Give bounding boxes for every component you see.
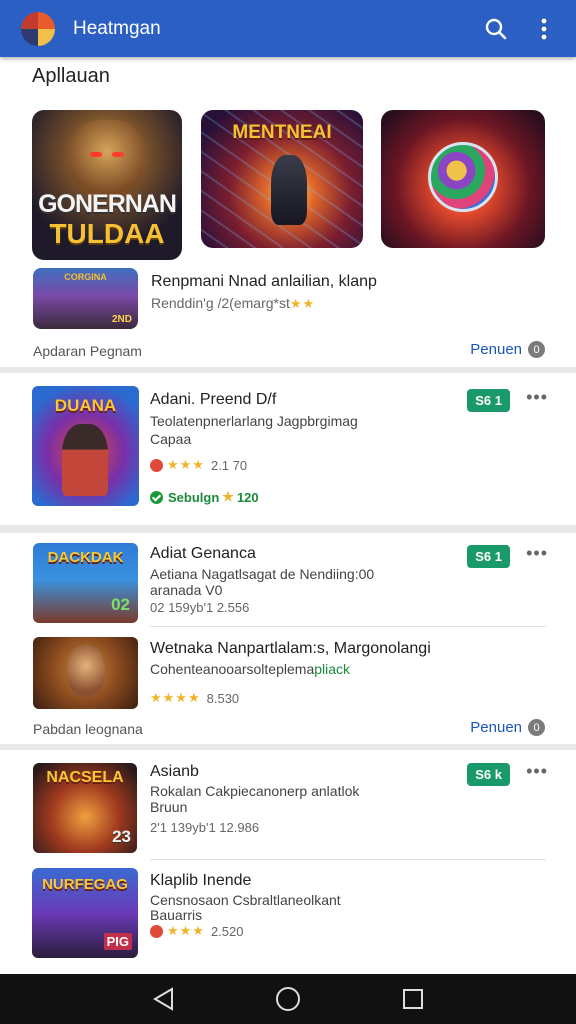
featured-app-title[interactable]: Renpmani Nnad anlailian, klanp xyxy=(151,273,377,291)
price-badge[interactable]: S6 1 xyxy=(467,545,510,568)
app-description-line2: Capaa xyxy=(150,431,192,447)
app-rating: ★★★ 2.520 xyxy=(150,923,244,939)
glowing-eye-right xyxy=(112,152,124,157)
star-icon: ★★★ xyxy=(167,457,205,472)
app-description: Cohenteanooarsolteplemapliack xyxy=(150,660,350,678)
thumbnail-badge: 2ND xyxy=(111,314,132,325)
tile-title: MENTNEAI xyxy=(232,122,332,143)
rating-value: 2.1 70 xyxy=(210,457,248,473)
see-more-label: Penuen xyxy=(470,341,522,358)
see-more-label: Penuen xyxy=(470,719,522,736)
hero-face-art xyxy=(70,120,144,198)
app-list-card-1: DUANA Adani. Preend D/f Teolatenpnerlarl… xyxy=(0,373,576,525)
rating-value: 8.530 xyxy=(206,690,240,706)
star-icon: ★ xyxy=(222,489,234,504)
app-description-highlight: pliack xyxy=(314,661,351,677)
overflow-menu-icon[interactable]: ••• xyxy=(526,761,548,782)
app-meta: 2'1 139yb'1 12.986 xyxy=(150,820,260,835)
app-icon[interactable]: DACKDAK 02 xyxy=(33,543,138,623)
puzzle-orb-art xyxy=(428,142,498,212)
featured-subtitle-text: Renddin'g /2(emarg*st xyxy=(151,295,290,311)
app-icon[interactable]: NURFEGAG PIG xyxy=(32,868,138,958)
app-icon-badge: 23 xyxy=(112,827,131,846)
featured-tile-3[interactable] xyxy=(381,110,545,248)
see-more-link[interactable]: Penuen 0 xyxy=(470,341,545,358)
section-title: Apllauan xyxy=(32,65,110,87)
app-rating: ★★★★ 8.530 xyxy=(150,690,239,706)
rating-value: 2.520 xyxy=(210,923,244,939)
app-title[interactable]: Wetnaka Nanpartlalam:s, Margonolangi xyxy=(150,640,431,658)
app-list-card-3: NACSELA 23 Asianb Rokalan Cakpiecanonerp… xyxy=(0,750,576,974)
featured-thumbnail[interactable]: CORGINA 2ND xyxy=(33,268,138,329)
app-rating: ★★★ 2.1 70 xyxy=(150,457,247,473)
count-badge: 0 xyxy=(528,719,545,736)
star-icon: ★★ xyxy=(289,296,316,311)
app-meta: 02 159yb'1 2.556 xyxy=(150,600,250,615)
divider xyxy=(150,859,546,860)
app-logo[interactable] xyxy=(21,11,55,46)
app-bar: Heatmgan xyxy=(0,0,576,57)
app-title[interactable]: Klaplib Inende xyxy=(150,872,251,890)
overflow-menu-icon[interactable]: ••• xyxy=(526,543,548,564)
price-badge[interactable]: S6 k xyxy=(467,763,510,786)
app-description-text: Cohenteanooarsolteplema xyxy=(150,661,315,677)
glowing-eye-left xyxy=(90,152,102,157)
more-vert-icon[interactable] xyxy=(532,17,556,41)
app-icon-badge: 02 xyxy=(111,595,130,614)
featured-card: Apllauan GONERNAN TULDAA MENTNEAI CORGIN… xyxy=(0,57,576,367)
check-circle-icon xyxy=(150,490,163,504)
see-more-link[interactable]: Penuen 0 xyxy=(470,719,545,736)
tile-title-line1: GONERNAN xyxy=(38,190,177,218)
tile-title-line2: TULDAA xyxy=(49,218,165,249)
overflow-menu-icon[interactable]: ••• xyxy=(526,387,548,408)
app-title[interactable]: Adani. Preend D/f xyxy=(150,391,276,409)
hero-face-art xyxy=(67,645,105,697)
featured-tile-1[interactable]: GONERNAN TULDAA xyxy=(32,110,182,260)
warrior-figure-art xyxy=(271,155,307,225)
install-label: Sebulgn xyxy=(168,489,220,505)
section-footer-label: Apdaran Pegnam xyxy=(33,343,142,359)
back-icon[interactable] xyxy=(148,984,178,1014)
app-title[interactable]: Asianb xyxy=(150,763,199,781)
price-badge[interactable]: S6 1 xyxy=(467,389,510,412)
recents-icon[interactable] xyxy=(398,984,428,1014)
app-description-line2: Bruun xyxy=(150,799,188,815)
rating-icon xyxy=(150,924,163,938)
divider xyxy=(150,626,546,627)
install-status: Sebulgn ★ 120 xyxy=(150,489,259,505)
app-icon[interactable]: NACSELA 23 xyxy=(33,763,137,853)
count-badge: 0 xyxy=(528,341,545,358)
app-title[interactable]: Adiat Genanca xyxy=(150,545,256,563)
rating-icon xyxy=(150,458,163,472)
featured-app-subtitle: Renddin'g /2(emarg*st★★ xyxy=(151,295,321,312)
star-icon: ★★★ xyxy=(167,923,205,938)
app-description-line1: Teolatenpnerlarlang Jagpbrgimag xyxy=(150,413,358,429)
thumbnail-title: CORGINA xyxy=(64,272,107,282)
app-list-card-2: DACKDAK 02 Adiat Genanca Aetiana Nagatls… xyxy=(0,533,576,744)
section-footer-label: Pabdan leognana xyxy=(33,721,143,737)
install-count: 120 xyxy=(236,489,259,505)
app-icon[interactable]: DUANA xyxy=(32,386,139,506)
app-icon-badge: PIG xyxy=(103,933,132,950)
app-bar-title: Heatmgan xyxy=(73,17,161,39)
app-icon-title: DUANA xyxy=(54,396,117,415)
star-icon: ★★★★ xyxy=(150,690,201,705)
app-icon-title: NURFEGAG xyxy=(42,876,128,893)
app-icon-title: NACSELA xyxy=(46,769,124,786)
home-icon[interactable] xyxy=(273,984,303,1014)
hero-figure-art xyxy=(62,424,108,496)
featured-tile-2[interactable]: MENTNEAI xyxy=(201,110,363,248)
app-icon-title: DACKDAK xyxy=(47,549,124,566)
app-description-line2: aranada V0 xyxy=(150,582,223,598)
system-nav-bar xyxy=(0,974,576,1024)
search-icon[interactable] xyxy=(484,17,508,41)
app-description-line2: Bauarris xyxy=(150,907,203,923)
app-icon[interactable] xyxy=(33,637,138,709)
